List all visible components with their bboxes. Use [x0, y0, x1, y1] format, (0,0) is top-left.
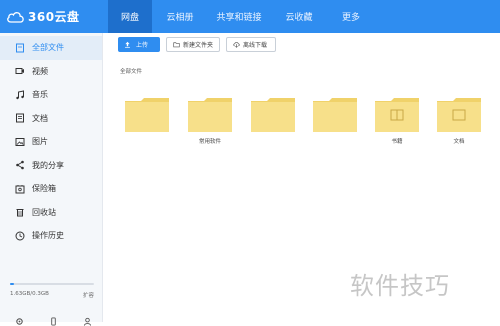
cloud-download-icon	[233, 42, 240, 48]
sidebar-item-safe[interactable]: 保险箱	[0, 177, 102, 201]
image-icon	[14, 136, 26, 148]
trash-icon	[14, 206, 26, 218]
toolbar: 上传 新建文件夹 离线下载	[118, 37, 276, 52]
storage-bar	[10, 283, 94, 285]
breadcrumb[interactable]: 全部文件	[120, 67, 142, 75]
document-folder-icon	[437, 98, 481, 132]
watermark: 软件技巧	[350, 272, 450, 300]
book-folder-icon	[375, 98, 419, 132]
settings-icon[interactable]	[14, 316, 24, 326]
upload-label: 上传	[136, 42, 149, 49]
offline-download-label: 离线下载	[243, 42, 268, 49]
file-icon	[14, 42, 26, 54]
sidebar-item-music[interactable]: 音乐	[0, 83, 102, 107]
folder-item[interactable]: 常用软件	[187, 97, 233, 145]
sidebar-item-history[interactable]: 操作历史	[0, 224, 102, 248]
logo-text: 360云盘	[28, 10, 80, 24]
safe-icon	[14, 183, 26, 195]
folder-icon	[125, 98, 169, 132]
music-icon	[14, 89, 26, 101]
sidebar-item-all-files[interactable]: 全部文件	[0, 36, 102, 60]
folder-item[interactable]	[312, 97, 358, 133]
sidebar-item-label: 文档	[32, 113, 48, 123]
sidebar-item-my-shares[interactable]: 我的分享	[0, 154, 102, 178]
logo[interactable]: 360云盘	[0, 0, 108, 33]
nav-cloud-favorites[interactable]: 云收藏	[270, 0, 328, 33]
sidebar-item-images[interactable]: 图片	[0, 130, 102, 154]
user-icon[interactable]	[82, 316, 92, 326]
folder-label: 文档	[453, 139, 465, 145]
sidebar-item-label: 保险箱	[32, 184, 56, 194]
document-icon	[14, 112, 26, 124]
nav-cloud-album[interactable]: 云相册	[152, 0, 208, 33]
phone-icon[interactable]	[48, 316, 58, 326]
folder-label: 书籍	[391, 139, 403, 145]
storage-used-text: 1.63GB/0.3GB	[10, 291, 49, 297]
nav-more[interactable]: 更多	[328, 0, 374, 33]
new-folder-icon	[173, 42, 180, 48]
top-bar: 360云盘 网盘 云相册 共享和链接 云收藏 更多	[0, 0, 500, 33]
storage-usage: 1.63GB/0.3GB 扩容	[10, 283, 94, 299]
folder-label: 常用软件	[198, 139, 221, 145]
sidebar-item-label: 回收站	[32, 207, 56, 217]
sidebar-item-documents[interactable]: 文档	[0, 107, 102, 131]
video-icon	[14, 65, 26, 77]
upload-icon	[125, 41, 130, 48]
nav-netdisk[interactable]: 网盘	[108, 0, 152, 33]
main-nav: 网盘 云相册 共享和链接 云收藏 更多	[108, 0, 374, 33]
share-icon	[14, 159, 26, 171]
history-icon	[14, 230, 26, 242]
nav-share-links[interactable]: 共享和链接	[208, 0, 270, 33]
sidebar-item-label: 操作历史	[32, 231, 64, 241]
new-folder-button[interactable]: 新建文件夹	[166, 37, 220, 52]
folder-icon	[188, 98, 232, 132]
folder-item[interactable]: 文档	[436, 97, 482, 145]
sidebar-item-label: 我的分享	[32, 160, 64, 170]
sidebar-item-label: 全部文件	[32, 43, 64, 53]
offline-download-button[interactable]: 离线下载	[226, 37, 276, 52]
upload-button[interactable]: 上传	[118, 37, 160, 52]
expand-storage-link[interactable]: 扩容	[83, 291, 94, 299]
folder-icon	[313, 98, 357, 132]
folder-item[interactable]	[124, 97, 170, 133]
folder-item[interactable]: 书籍	[374, 97, 420, 145]
folder-item[interactable]	[250, 97, 296, 133]
new-folder-label: 新建文件夹	[183, 42, 214, 49]
sidebar-footer	[14, 316, 92, 326]
sidebar-item-label: 图片	[32, 137, 48, 147]
sidebar-item-recycle-bin[interactable]: 回收站	[0, 201, 102, 225]
storage-fill	[10, 283, 15, 285]
cloud-icon	[7, 11, 24, 23]
sidebar-item-label: 音乐	[32, 90, 48, 100]
sidebar-item-label: 视频	[32, 66, 48, 76]
sidebar: 全部文件 视频 音乐 文档 图片 我的分享 保险箱 回收站 操作历史 1.63G…	[0, 33, 103, 326]
sidebar-item-video[interactable]: 视频	[0, 60, 102, 84]
folder-icon	[251, 98, 295, 132]
